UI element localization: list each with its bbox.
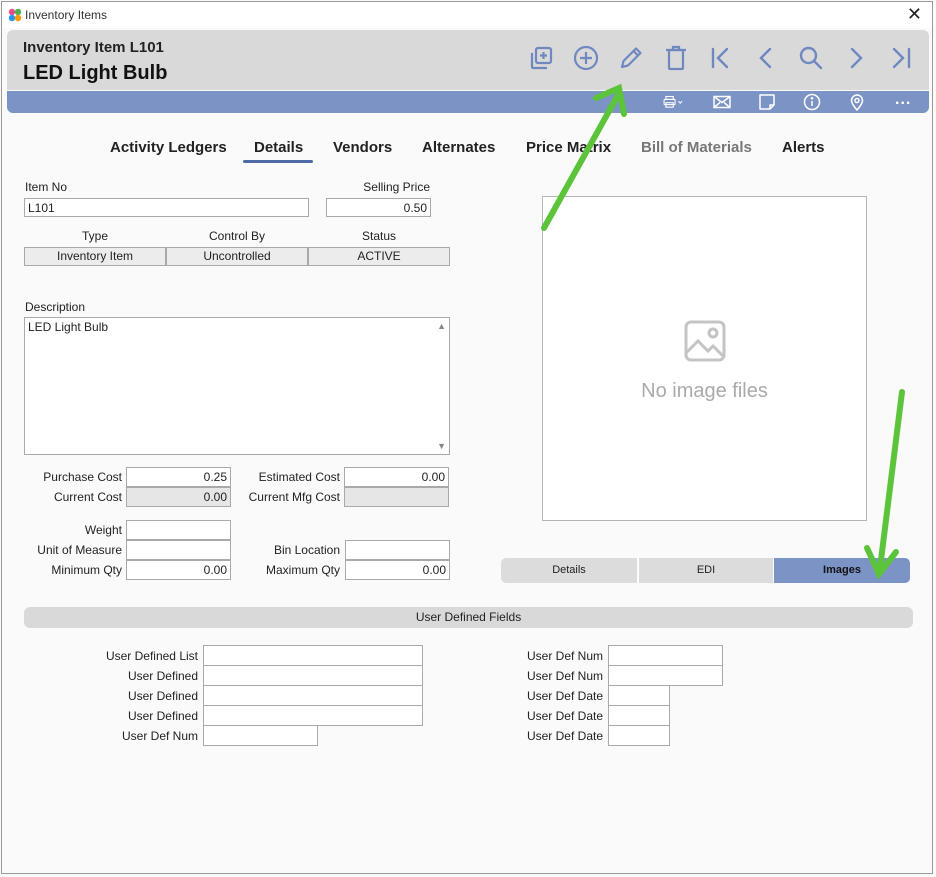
copy-icon[interactable]	[527, 44, 555, 72]
user-def-date-2-field[interactable]	[608, 705, 670, 726]
record-title: LED Light Bulb	[23, 62, 168, 84]
window-title: Inventory Items	[25, 8, 108, 22]
tab-alternates[interactable]: Alternates	[422, 139, 495, 156]
tab-alerts[interactable]: Alerts	[782, 139, 825, 156]
segment-images[interactable]: Images	[774, 558, 910, 583]
last-record-icon[interactable]	[887, 44, 915, 72]
weight-field[interactable]	[126, 520, 231, 540]
bin-location-label: Bin Location	[273, 543, 340, 557]
current-mfg-cost-field	[344, 487, 449, 507]
delete-icon[interactable]	[662, 44, 690, 72]
selling-price-label: Selling Price	[363, 180, 430, 194]
record-header: Inventory Item L101 LED Light Bulb	[7, 30, 929, 90]
minimum-qty-label: Minimum Qty	[51, 563, 122, 577]
scroll-down-arrow-icon[interactable]: ▼	[437, 441, 446, 451]
user-defined-fields-header: User Defined Fields	[24, 607, 913, 628]
user-def-num-2-label: User Def Num	[526, 669, 603, 683]
tab-details[interactable]: Details	[254, 139, 303, 156]
current-mfg-cost-label: Current Mfg Cost	[248, 490, 340, 504]
location-icon[interactable]	[846, 93, 868, 112]
description-textarea[interactable]: LED Light Bulb ▲ ▼	[24, 317, 450, 455]
active-tab-indicator	[243, 160, 313, 163]
email-icon[interactable]	[711, 93, 733, 111]
user-defined-2-label: User Defined	[127, 689, 198, 703]
user-def-date-3-field[interactable]	[608, 725, 670, 746]
estimated-cost-field[interactable]	[344, 467, 449, 487]
segment-edi[interactable]: EDI	[638, 558, 773, 583]
user-def-date-2-label: User Def Date	[526, 709, 603, 723]
close-button[interactable]: ✕	[907, 4, 922, 24]
info-icon[interactable]	[801, 93, 823, 111]
bin-location-field[interactable]	[345, 540, 450, 560]
segment-details[interactable]: Details	[501, 558, 637, 583]
previous-record-icon[interactable]	[752, 44, 780, 72]
description-text: LED Light Bulb	[28, 320, 109, 334]
next-record-icon[interactable]	[842, 44, 870, 72]
record-subtitle: Inventory Item L101	[23, 39, 164, 56]
tab-bar: Activity Ledgers Details Vendors Alterna…	[0, 139, 936, 165]
item-no-field[interactable]	[24, 198, 309, 217]
app-logo-icon	[8, 8, 22, 22]
type-field[interactable]: Inventory Item	[24, 247, 166, 266]
tab-activity-ledgers[interactable]: Activity Ledgers	[110, 139, 227, 156]
minimum-qty-field[interactable]	[126, 560, 231, 580]
search-icon[interactable]	[797, 44, 825, 72]
no-image-message: No image files	[641, 380, 768, 402]
tab-vendors[interactable]: Vendors	[333, 139, 392, 156]
estimated-cost-label: Estimated Cost	[258, 470, 340, 484]
weight-label: Weight	[84, 523, 122, 537]
status-field[interactable]: ACTIVE	[308, 247, 450, 266]
item-no-label: Item No	[25, 180, 68, 194]
user-defined-list-label: User Defined List	[105, 649, 198, 663]
tab-price-matrix[interactable]: Price Matrix	[526, 139, 611, 156]
description-label: Description	[25, 300, 86, 314]
user-def-date-3-label: User Def Date	[526, 729, 603, 743]
user-def-num-left-label: User Def Num	[121, 729, 198, 743]
add-icon[interactable]	[572, 44, 600, 72]
edit-icon[interactable]	[617, 44, 645, 72]
more-options-button[interactable]: ...	[895, 91, 911, 109]
user-def-date-1-field[interactable]	[608, 685, 670, 706]
secondary-toolbar: ...	[7, 91, 929, 113]
tab-bill-of-materials[interactable]: Bill of Materials	[641, 139, 752, 156]
user-defined-1-label: User Defined	[127, 669, 198, 683]
user-def-num-left-field[interactable]	[203, 725, 318, 746]
first-record-icon[interactable]	[707, 44, 735, 72]
notes-icon[interactable]	[756, 93, 778, 111]
image-preview-panel: No image files	[542, 196, 867, 521]
purchase-cost-label: Purchase Cost	[43, 470, 122, 484]
unit-of-measure-field[interactable]	[126, 540, 231, 560]
maximum-qty-label: Maximum Qty	[265, 563, 340, 577]
image-placeholder-icon	[684, 320, 726, 362]
type-label: Type	[81, 229, 108, 243]
user-defined-1-field[interactable]	[203, 665, 423, 686]
status-label: Status	[361, 229, 397, 243]
print-icon[interactable]	[663, 93, 693, 111]
user-defined-2-field[interactable]	[203, 685, 423, 706]
control-by-field[interactable]: Uncontrolled	[166, 247, 308, 266]
user-defined-3-label: User Defined	[127, 709, 198, 723]
control-by-label: Control By	[208, 229, 266, 243]
current-cost-label: Current Cost	[53, 490, 122, 504]
maximum-qty-field[interactable]	[345, 560, 450, 580]
user-def-num-1-field[interactable]	[608, 645, 723, 666]
scroll-up-arrow-icon[interactable]: ▲	[437, 321, 446, 331]
user-def-num-1-label: User Def Num	[526, 649, 603, 663]
user-def-num-2-field[interactable]	[608, 665, 723, 686]
unit-of-measure-label: Unit of Measure	[37, 543, 122, 557]
selling-price-field[interactable]	[326, 198, 431, 217]
user-def-date-1-label: User Def Date	[526, 689, 603, 703]
purchase-cost-field[interactable]	[126, 467, 231, 487]
current-cost-field	[126, 487, 231, 507]
user-defined-3-field[interactable]	[203, 705, 423, 726]
window-titlebar: Inventory Items ✕	[2, 2, 932, 28]
user-defined-list-field[interactable]	[203, 645, 423, 666]
